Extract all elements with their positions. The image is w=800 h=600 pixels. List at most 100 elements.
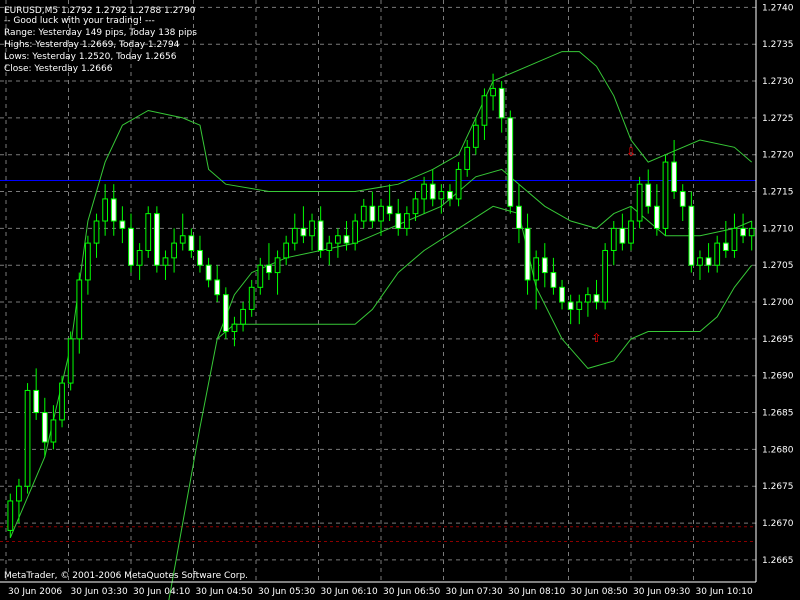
candle-body-up [179, 235, 186, 244]
candle-body-up [326, 242, 333, 251]
copyright-text: MetaTrader, © 2001-2006 MetaQuotes Softw… [4, 571, 248, 581]
info-line: Close: Yesterday 1.2666 [4, 64, 113, 74]
candle [697, 250, 703, 280]
candle-body-down [679, 191, 686, 207]
candle-body-up [257, 264, 264, 288]
info-line: Range: Yesterday 149 pips, Today 138 pip… [4, 28, 197, 38]
candle-body-down [567, 301, 574, 310]
candle-body-down [110, 198, 117, 222]
price-chart[interactable]: ⇩⇧ 1.27401.27351.27301.27251.27201.27151… [0, 0, 800, 600]
candle [386, 184, 393, 222]
candle-body-up [585, 294, 591, 303]
candle [300, 206, 307, 244]
candle-body-up [636, 183, 643, 222]
candle-body-down [688, 205, 695, 266]
candle [248, 279, 255, 317]
candle [283, 235, 290, 266]
info-line: -- Good luck with your trading! --- [4, 16, 155, 26]
x-tick-label: 30 Jun 08:10 [508, 587, 565, 597]
candle [636, 176, 643, 229]
candle [222, 287, 229, 339]
candle [472, 117, 479, 155]
candle [455, 162, 462, 207]
candle-body-up [576, 301, 583, 310]
y-tick-label: 1.2695 [762, 335, 794, 345]
candle [602, 243, 609, 310]
candle-body-down [197, 249, 203, 266]
candle-body-down [119, 220, 126, 229]
y-tick-label: 1.2685 [762, 409, 794, 419]
candle [197, 235, 203, 273]
candle-body-up [76, 279, 83, 340]
candle [403, 206, 410, 236]
candle-body-down [507, 117, 514, 207]
candle-body-up [464, 146, 471, 170]
bollinger-bands [9, 51, 753, 600]
candle-body-down [516, 205, 522, 229]
candle-body-up [162, 257, 169, 266]
candle [378, 198, 384, 236]
candle-body-up [697, 257, 703, 266]
x-tick-label: 30 Jun 07:30 [446, 587, 503, 597]
candle-body-up [602, 249, 609, 303]
y-tick-label: 1.2730 [762, 77, 794, 87]
candle-body-up [421, 183, 427, 200]
x-tick-label: 30 Jun 10:10 [696, 587, 753, 597]
candle-body-up [67, 338, 74, 384]
x-tick-label: 30 Jun 03:30 [71, 587, 128, 597]
candle [76, 272, 83, 354]
candle-body-up [731, 227, 738, 251]
candle-body-up [283, 242, 290, 259]
y-tick-label: 1.2735 [762, 40, 794, 50]
x-tick-label: 30 Jun 08:50 [571, 587, 628, 597]
candle-body-up [59, 382, 65, 421]
candle-body-down [722, 242, 729, 251]
candle [490, 73, 496, 111]
x-tick-label: 30 Jun 09:30 [633, 587, 690, 597]
candle [722, 221, 729, 258]
candle [179, 213, 186, 251]
candle-body-up [490, 87, 496, 97]
candle-body-up [171, 242, 177, 259]
info-panel: EURUSD,M5 1.2792 1.2792 1.2788 1.2790 --… [4, 6, 197, 74]
candle [498, 81, 505, 133]
candle-body-up [85, 242, 91, 281]
candle-body-up [455, 168, 462, 200]
candle [748, 221, 755, 251]
candle-body-down [429, 183, 436, 200]
candle-body-down [128, 227, 134, 266]
candle-body-up [438, 191, 445, 200]
candle-body-up [403, 213, 410, 229]
candle-body-up [274, 257, 281, 274]
candle [705, 243, 712, 273]
candle-body-up [240, 308, 246, 325]
x-tick-label: 30 Jun 06:10 [321, 587, 378, 597]
y-tick-label: 1.2675 [762, 482, 794, 492]
candle-body-up [309, 220, 315, 237]
candle-body-up [352, 220, 359, 244]
candle-body-up [102, 198, 109, 222]
grid [0, 0, 756, 582]
candle [214, 265, 221, 303]
candle-body-up [412, 198, 419, 215]
symbol-line: EURUSD,M5 1.2792 1.2792 1.2788 1.2790 [4, 6, 196, 16]
candle [240, 302, 246, 332]
candle-body-down [317, 220, 324, 251]
y-tick-label: 1.2710 [762, 224, 794, 234]
info-line: Lows: Yesterday 1.2520, Today 1.2656 [4, 52, 177, 62]
band-middle-line [168, 168, 752, 600]
candle [309, 213, 315, 251]
y-tick-label: 1.2715 [762, 188, 794, 198]
candle [231, 316, 238, 347]
x-tick-label: 30 Jun 04:10 [133, 587, 190, 597]
info-line: Highs: Yesterday 1.2669, Today 1.2794 [4, 40, 180, 50]
candle [205, 257, 212, 288]
y-tick-label: 1.2740 [762, 3, 794, 13]
candle [85, 235, 91, 295]
candle [559, 279, 565, 310]
candle [576, 294, 583, 325]
candle [619, 213, 626, 251]
candle-body-down [153, 213, 160, 266]
candle-body-down [447, 191, 453, 200]
x-tick-label: 30 Jun 05:30 [258, 587, 315, 597]
